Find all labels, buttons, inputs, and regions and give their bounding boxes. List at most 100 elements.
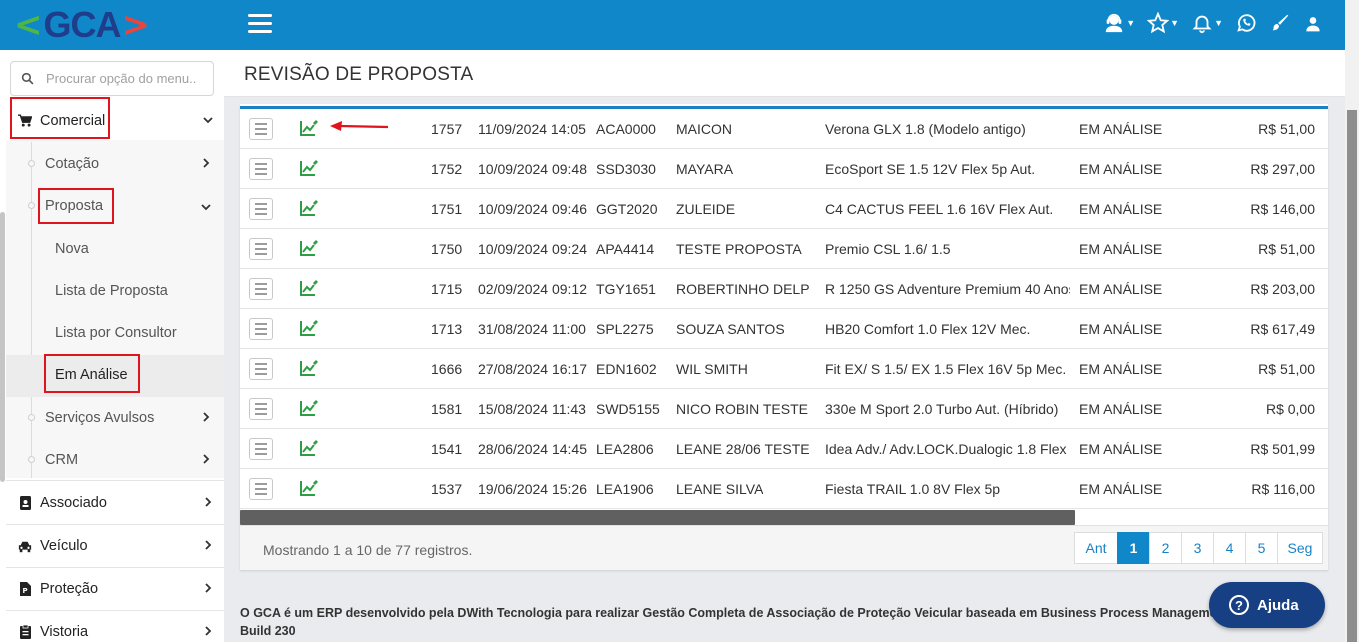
cell-status: EM ANÁLISE [1079,201,1163,217]
sidebar-item-vistoria[interactable]: Vistoria [6,611,224,642]
table-footer: Mostrando 1 a 10 de 77 registros. Ant 1 … [240,525,1328,570]
cell-id: 1713 [431,321,463,337]
table-row: 1757 11/09/2024 14:05 ACA0000 MAICON Ver… [240,109,1328,149]
sidebar-item-nova[interactable]: Nova [55,241,89,257]
row-menu-button[interactable] [249,198,273,220]
cell-value: R$ 51,00 [1258,121,1315,137]
cell-status: EM ANÁLISE [1079,161,1163,177]
cell-name: LEANE SILVA [676,481,764,497]
sidebar-item-protecao[interactable]: P Proteção [6,568,224,610]
edit-chart-icon[interactable] [299,399,319,420]
sidebar-item-crm[interactable]: CRM [45,452,78,468]
row-menu-button[interactable] [249,158,273,180]
support-agent-icon[interactable]: ▼ [1103,12,1135,34]
sidebar-item-cotacao[interactable]: Cotação [45,156,99,172]
row-menu-button[interactable] [249,358,273,380]
cell-status: EM ANÁLISE [1079,441,1163,457]
page-scrollbar[interactable] [1345,0,1359,642]
brush-icon[interactable] [1269,12,1291,34]
help-button[interactable]: ? Ajuda [1209,582,1325,628]
pagination-page-2[interactable]: 2 [1149,532,1182,564]
cell-id: 1751 [431,201,463,217]
page-scrollbar-thumb[interactable] [1347,110,1357,642]
submenu-line [31,142,32,478]
edit-chart-icon[interactable] [299,159,319,180]
cell-vehicle: Idea Adv./ Adv.LOCK.Dualogic 1.8 Flex 5p [825,441,1070,457]
cell-status: EM ANÁLISE [1079,241,1163,257]
sidebar-item-servicos-avulsos[interactable]: Serviços Avulsos [45,410,154,426]
pagination-prev[interactable]: Ant [1074,532,1118,564]
pagination-page-1[interactable]: 1 [1117,532,1150,564]
row-menu-button[interactable] [249,478,273,500]
top-icons: ▼ ▼ ▼ [1103,12,1323,34]
page-header: REVISÃO DE PROPOSTA [224,50,1345,97]
edit-chart-icon[interactable] [299,119,319,140]
sidebar-item-veiculo[interactable]: Veículo [6,525,224,567]
cell-date: 10/09/2024 09:24 [478,241,587,257]
pagination-page-3[interactable]: 3 [1181,532,1214,564]
row-menu-button[interactable] [249,118,273,140]
cell-id: 1666 [431,361,463,377]
cell-status: EM ANÁLISE [1079,321,1163,337]
whatsapp-icon[interactable] [1235,12,1257,34]
sidebar-item-lista-proposta[interactable]: Lista de Proposta [55,283,168,299]
cell-value: R$ 51,00 [1258,361,1315,377]
table-row: 1541 28/06/2024 14:45 LEA2806 LEANE 28/0… [240,429,1328,469]
cell-value: R$ 203,00 [1250,281,1315,297]
cell-date: 19/06/2024 15:26 [478,481,587,497]
cell-vehicle: Fiesta TRAIL 1.0 8V Flex 5p [825,481,1001,497]
user-icon[interactable] [1303,13,1323,33]
pagination-page-5[interactable]: 5 [1245,532,1278,564]
cell-date: 27/08/2024 16:17 [478,361,587,377]
edit-chart-icon[interactable] [299,439,319,460]
pagination: Ant 1 2 3 4 5 Seg [1074,532,1323,564]
tree-dot [28,414,35,421]
menu-icon[interactable] [248,14,272,34]
cell-name: LEANE 28/06 TESTE [676,441,810,457]
cell-plate: LEA2806 [596,441,654,457]
table-row: 1751 10/09/2024 09:46 GGT2020 ZULEIDE C4… [240,189,1328,229]
bell-icon[interactable]: ▼ [1191,12,1223,34]
chevron-right-icon [202,582,214,598]
cell-plate: SWD5155 [596,401,660,417]
row-menu-button[interactable] [249,398,273,420]
horizontal-scrollbar[interactable] [240,510,1075,525]
cell-vehicle: Fit EX/ S 1.5/ EX 1.5 Flex 16V 5p Mec. [825,361,1067,377]
sidebar-item-lista-consultor[interactable]: Lista por Consultor [55,325,177,341]
cell-plate: ACA0000 [596,121,656,137]
edit-chart-icon[interactable] [299,479,319,500]
cell-status: EM ANÁLISE [1079,121,1163,137]
question-icon: ? [1229,595,1249,615]
cell-date: 15/08/2024 11:43 [478,401,586,417]
pagination-page-4[interactable]: 4 [1213,532,1246,564]
pagination-next[interactable]: Seg [1277,532,1323,564]
cell-date: 02/09/2024 09:12 [478,281,587,297]
brand-logo[interactable]: < GCA > [0,0,224,50]
cell-vehicle: Verona GLX 1.8 (Modelo antigo) [825,121,1026,137]
page-title: REVISÃO DE PROPOSTA [244,64,474,85]
edit-chart-icon[interactable] [299,279,319,300]
chevron-down-icon [200,200,212,216]
divider [6,480,224,481]
edit-chart-icon[interactable] [299,359,319,380]
car-icon [18,540,32,553]
cell-name: SOUZA SANTOS [676,321,785,337]
edit-chart-icon[interactable] [299,239,319,260]
chevron-right-icon [202,625,214,641]
row-menu-button[interactable] [249,278,273,300]
edit-chart-icon[interactable] [299,199,319,220]
cell-vehicle: Premio CSL 1.6/ 1.5 [825,241,951,257]
chevron-down-icon [202,114,214,130]
highlight-em-analise [44,354,140,393]
menu-search-input[interactable] [46,71,196,86]
star-icon[interactable]: ▼ [1147,12,1179,34]
clipboard-icon [18,625,32,639]
row-menu-button[interactable] [249,318,273,340]
row-menu-button[interactable] [249,238,273,260]
sidebar-scrollbar[interactable] [0,212,5,482]
cell-date: 10/09/2024 09:48 [478,161,587,177]
cell-id: 1581 [431,401,463,417]
edit-chart-icon[interactable] [299,319,319,340]
sidebar-item-associado[interactable]: Associado [6,482,224,524]
row-menu-button[interactable] [249,438,273,460]
